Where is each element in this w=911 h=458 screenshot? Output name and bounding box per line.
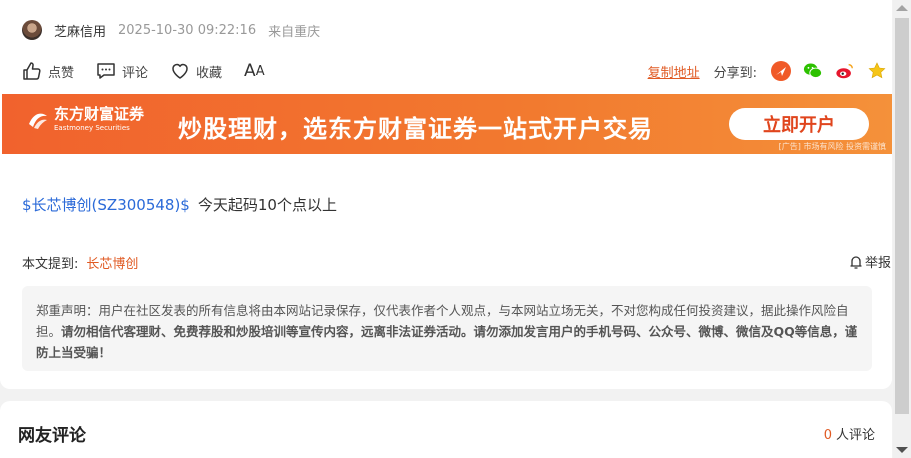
post-content: $长芯博创(SZ300548)$ 今天起码10个点以上: [22, 194, 337, 215]
disclaimer-bold: 请勿相信代客理财、免费荐股和炒股培训等宣传内容，远离非法证券活动。请勿添加发言用…: [36, 324, 858, 360]
like-label: 点赞: [48, 65, 75, 81]
report-label: 举报: [864, 256, 891, 271]
like-button[interactable]: 点赞: [22, 61, 74, 81]
scroll-up-icon[interactable]: [896, 5, 908, 11]
font-size-small: A: [255, 63, 265, 79]
favorite-label: 收藏: [196, 65, 223, 81]
share-forward-icon[interactable]: [771, 61, 791, 81]
post-text: 今天起码10个点以上: [197, 196, 337, 214]
banner-logo-cn: 东方财富证券: [54, 105, 145, 123]
comment-icon: [97, 63, 115, 79]
banner-disclaimer: [广告] 市场有风险 投资需谨慎: [778, 142, 886, 151]
mentions-row: 本文提到: 长芯博创: [22, 253, 138, 272]
font-size-large: A: [244, 61, 256, 81]
banner-logo-en: Eastmoney Securities: [54, 124, 130, 132]
copy-link-button[interactable]: 复制地址: [648, 62, 700, 81]
mention-stock-link[interactable]: 长芯博创: [86, 257, 138, 272]
post-source: 来自重庆: [268, 24, 321, 40]
comment-label: 评论: [122, 65, 149, 81]
open-account-button[interactable]: 立即开户: [729, 108, 869, 140]
share-label: 分享到:: [713, 65, 757, 81]
weibo-icon[interactable]: [835, 61, 855, 81]
report-icon: [850, 255, 862, 269]
mentions-label: 本文提到:: [22, 257, 79, 272]
avatar[interactable]: [22, 20, 42, 40]
font-size-button[interactable]: AA: [244, 61, 265, 81]
comments-count: 0 人评论: [824, 424, 875, 443]
post-time: 2025-10-30 09:22:16: [118, 22, 257, 38]
comment-button[interactable]: 评论: [96, 61, 148, 81]
comments-count-number: 0: [823, 428, 832, 443]
scroll-down-icon[interactable]: [896, 447, 908, 453]
wechat-icon[interactable]: [803, 61, 823, 81]
scroll-thumb[interactable]: [895, 18, 909, 414]
stock-link[interactable]: $长芯博创(SZ300548)$: [22, 196, 190, 214]
heart-icon: [172, 63, 188, 79]
report-button[interactable]: 举报: [849, 252, 891, 271]
action-bar: 点赞 评论 收藏 AA: [22, 60, 287, 82]
thumbs-up-icon: [23, 62, 41, 80]
comments-count-suffix: 人评论: [835, 428, 875, 443]
banner-slogan: 炒股理财，选东方财富证券一站式开户交易: [178, 115, 653, 143]
comments-card: [0, 401, 892, 458]
ad-banner[interactable]: 东方财富证券 Eastmoney Securities 炒股理财，选东方财富证券…: [2, 94, 892, 154]
author-row: 芝麻信用 2025-10-30 09:22:16 来自重庆: [22, 19, 320, 41]
author-name[interactable]: 芝麻信用: [54, 21, 106, 40]
banner-logo: 东方财富证券 Eastmoney Securities: [26, 107, 144, 132]
eastmoney-logo-icon: [29, 113, 47, 129]
scrollbar[interactable]: [893, 0, 911, 458]
favorite-button[interactable]: 收藏: [170, 61, 222, 81]
disclaimer-box: 郑重声明：用户在社区发表的所有信息将由本网站记录保存，仅代表作者个人观点，与本网…: [22, 286, 872, 371]
share-bar: 复制地址 分享到:: [648, 60, 887, 82]
comments-title: 网友评论: [18, 426, 86, 446]
star-icon[interactable]: [867, 61, 887, 81]
